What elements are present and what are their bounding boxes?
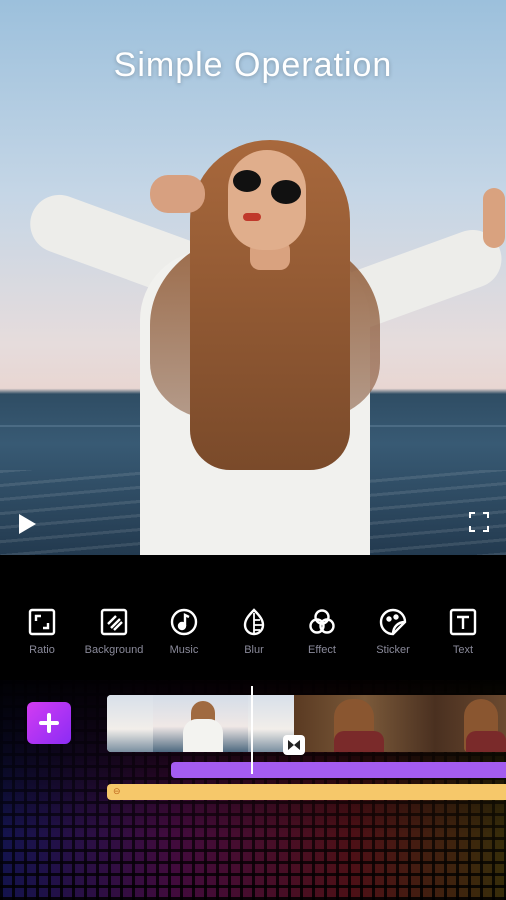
clip-thumbnail — [466, 731, 506, 752]
transition-icon — [288, 740, 300, 750]
tool-ratio[interactable]: Ratio — [2, 600, 82, 656]
timeline-clip-1[interactable] — [107, 695, 294, 752]
edit-toolbar: Ratio Background Music Blur Effect Stick… — [0, 600, 506, 670]
effect-icon — [306, 606, 338, 638]
clip-thumbnail — [107, 695, 153, 752]
text-icon — [447, 606, 479, 638]
tool-music[interactable]: Music — [144, 600, 224, 656]
subject-lips — [243, 213, 261, 221]
blur-icon — [238, 606, 270, 638]
text-track[interactable]: ⊖ — [107, 784, 506, 800]
text-track-marker: ⊖ — [113, 786, 121, 796]
tool-ratio-label: Ratio — [29, 644, 55, 656]
plus-icon — [39, 713, 59, 733]
subject-hand-left — [150, 175, 205, 213]
ratio-icon — [26, 606, 58, 638]
tool-background-label: Background — [84, 644, 144, 656]
tool-text[interactable]: Text — [423, 600, 503, 656]
playhead[interactable] — [251, 686, 253, 774]
music-icon — [168, 606, 200, 638]
background-icon — [98, 606, 130, 638]
clip-thumbnail — [334, 731, 384, 752]
timeline-clip-2[interactable] — [294, 695, 506, 752]
tool-music-label: Music — [169, 644, 199, 656]
subject-sunglasses-left — [233, 170, 261, 192]
subject-hand-right — [483, 188, 505, 248]
clip-thumbnail — [153, 695, 248, 752]
transition-button[interactable] — [283, 735, 305, 755]
tool-effect-label: Effect — [308, 644, 336, 656]
add-clip-button[interactable] — [27, 702, 71, 744]
tool-effect[interactable]: Effect — [282, 600, 362, 656]
fullscreen-icon[interactable] — [468, 511, 492, 535]
tool-sticker[interactable]: Sticker — [353, 600, 433, 656]
sticker-icon — [377, 606, 409, 638]
music-track[interactable] — [171, 762, 506, 778]
subject-sunglasses-right — [271, 180, 301, 204]
banner-title: Simple Operation — [113, 46, 393, 84]
tool-sticker-label: Sticker — [376, 644, 410, 656]
tool-text-label: Text — [452, 644, 474, 656]
play-icon[interactable] — [14, 511, 40, 537]
tool-background[interactable]: Background — [74, 600, 154, 656]
